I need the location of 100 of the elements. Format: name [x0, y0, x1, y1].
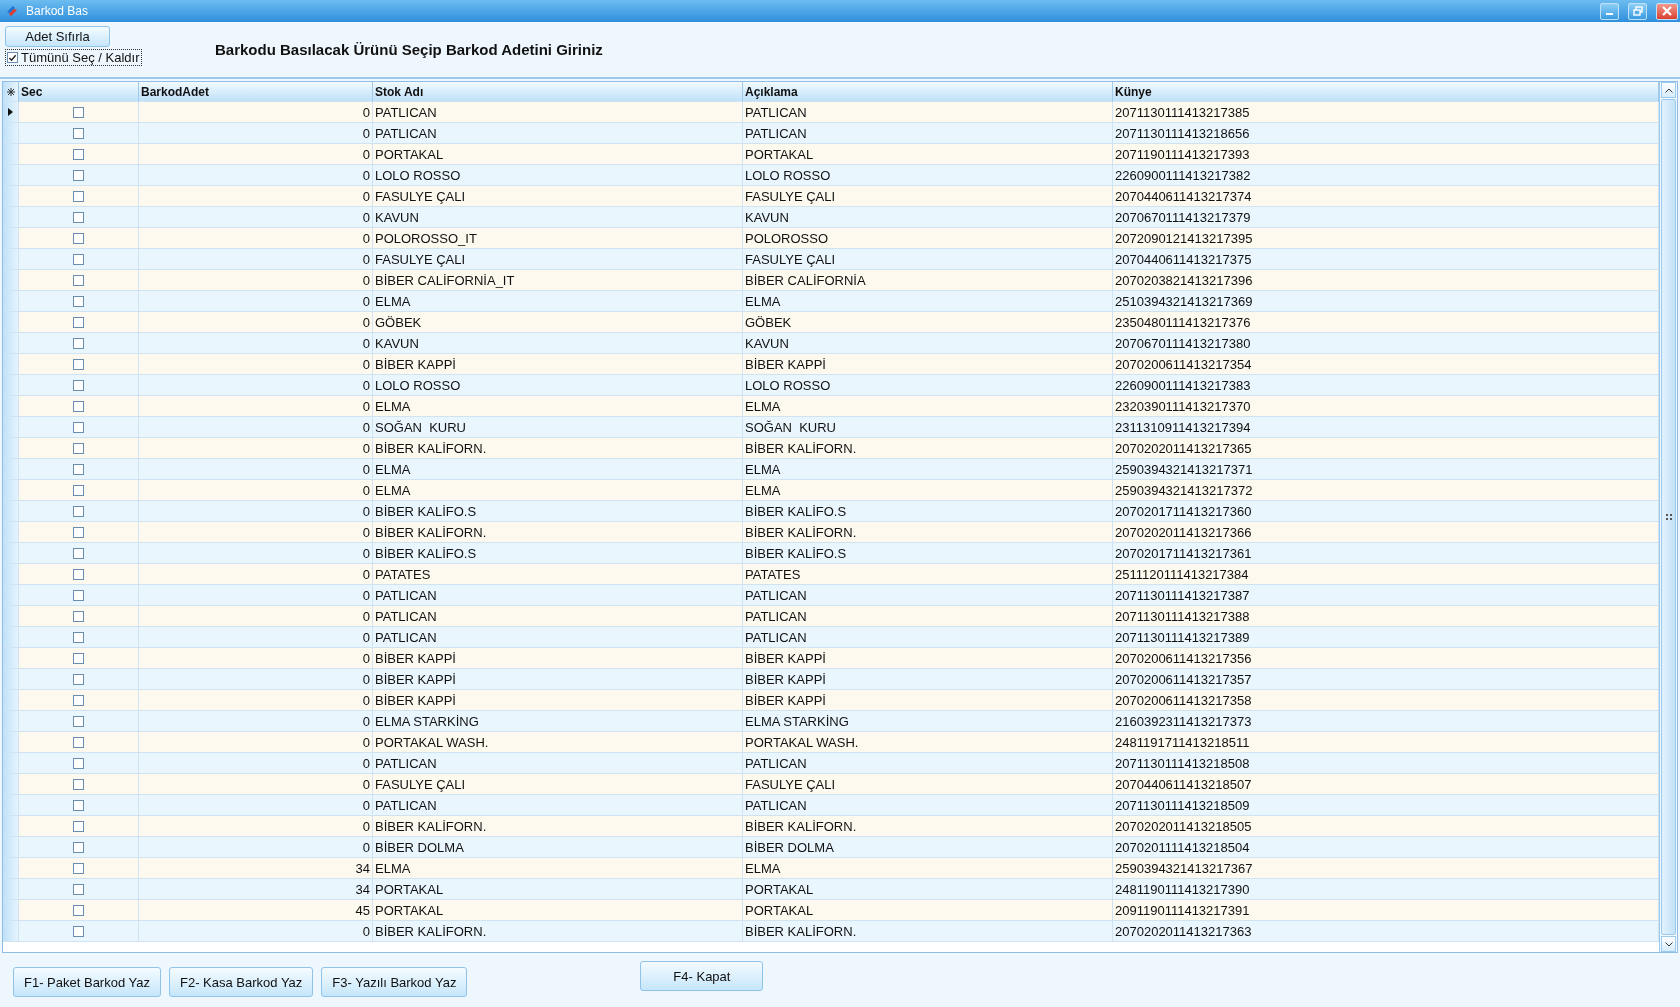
scroll-up-button[interactable]	[1661, 82, 1676, 98]
table-cell[interactable]: 0	[139, 921, 373, 942]
row-checkbox[interactable]	[73, 253, 84, 265]
table-cell[interactable]: 0	[139, 753, 373, 774]
print-barcode-button[interactable]: F1- Paket Barkod Yaz	[13, 967, 161, 997]
row-header[interactable]	[3, 102, 19, 123]
table-cell[interactable]: 34	[139, 879, 373, 900]
table-cell[interactable]: 0	[139, 627, 373, 648]
table-cell[interactable]: 0	[139, 375, 373, 396]
row-checkbox[interactable]	[73, 526, 84, 538]
row-checkbox[interactable]	[73, 568, 84, 580]
table-cell[interactable]: 0	[139, 480, 373, 501]
row-checkbox[interactable]	[73, 148, 84, 160]
vertical-scrollbar[interactable]	[1659, 82, 1677, 952]
table-cell[interactable]: 0	[139, 270, 373, 291]
row-checkbox[interactable]	[73, 610, 84, 622]
row-checkbox[interactable]	[73, 190, 84, 202]
row-checkbox[interactable]	[73, 820, 84, 832]
table-cell[interactable]: 0	[139, 837, 373, 858]
column-header[interactable]: BarkodAdet	[139, 82, 373, 102]
table-cell[interactable]: 0	[139, 438, 373, 459]
table-cell[interactable]: 0	[139, 585, 373, 606]
row-checkbox[interactable]	[73, 841, 84, 853]
row-checkbox[interactable]	[73, 778, 84, 790]
row-checkbox[interactable]	[73, 295, 84, 307]
column-header[interactable]: Künye	[1113, 82, 1659, 102]
table-cell[interactable]: 0	[139, 711, 373, 732]
close-button[interactable]	[1656, 2, 1678, 20]
row-checkbox[interactable]	[73, 631, 84, 643]
table-cell[interactable]: 0	[139, 228, 373, 249]
row-checkbox[interactable]	[73, 925, 84, 937]
row-checkbox[interactable]	[73, 358, 84, 370]
table-cell[interactable]: 0	[139, 669, 373, 690]
table-cell[interactable]: 0	[139, 207, 373, 228]
table-cell[interactable]: 0	[139, 123, 373, 144]
print-barcode-button[interactable]: F2- Kasa Barkod Yaz	[169, 967, 314, 997]
table-cell[interactable]: 0	[139, 291, 373, 312]
table-cell[interactable]: 0	[139, 564, 373, 585]
row-checkbox[interactable]	[73, 862, 84, 874]
row-checkbox[interactable]	[73, 421, 84, 433]
table-cell[interactable]: 0	[139, 165, 373, 186]
table-cell[interactable]: 0	[139, 606, 373, 627]
print-barcode-button[interactable]: F3- Yazılı Barkod Yaz	[321, 967, 468, 997]
select-all-checkbox[interactable]: Tümünü Seç / Kaldır	[5, 49, 142, 66]
reset-count-button[interactable]: Adet Sıfırla	[5, 26, 110, 47]
table-cell[interactable]: 0	[139, 795, 373, 816]
row-checkbox[interactable]	[73, 316, 84, 328]
row-checkbox[interactable]	[73, 274, 84, 286]
row-checkbox[interactable]	[73, 400, 84, 412]
table-cell[interactable]: 34	[139, 858, 373, 879]
table-cell[interactable]: 0	[139, 144, 373, 165]
table-cell[interactable]: 0	[139, 249, 373, 270]
row-checkbox[interactable]	[73, 715, 84, 727]
restore-button[interactable]	[1628, 2, 1647, 20]
row-checkbox[interactable]	[73, 169, 84, 181]
row-checkbox[interactable]	[73, 442, 84, 454]
row-checkbox[interactable]	[73, 463, 84, 475]
table-cell[interactable]: 0	[139, 417, 373, 438]
row-checkbox[interactable]	[73, 757, 84, 769]
table-cell[interactable]: 0	[139, 354, 373, 375]
row-checkbox[interactable]	[73, 673, 84, 685]
table-cell[interactable]: 0	[139, 501, 373, 522]
row-checkbox[interactable]	[73, 379, 84, 391]
close-form-button[interactable]: F4- Kapat	[640, 961, 764, 991]
row-checkbox[interactable]	[73, 484, 84, 496]
row-checkbox[interactable]	[73, 337, 84, 349]
minimize-button[interactable]	[1600, 2, 1619, 20]
table-cell[interactable]: 0	[139, 522, 373, 543]
row-checkbox[interactable]	[73, 232, 84, 244]
row-checkbox[interactable]	[73, 106, 84, 118]
table-cell[interactable]: 0	[139, 732, 373, 753]
table-cell[interactable]: 45	[139, 900, 373, 921]
table-cell[interactable]: 0	[139, 543, 373, 564]
table-cell[interactable]: 0	[139, 774, 373, 795]
scroll-thumb[interactable]	[1661, 99, 1676, 935]
row-checkbox[interactable]	[73, 694, 84, 706]
table-cell: BİBER KALİFORN.	[743, 921, 1113, 942]
row-checkbox[interactable]	[73, 547, 84, 559]
scroll-down-button[interactable]	[1661, 936, 1676, 952]
table-cell[interactable]: 0	[139, 816, 373, 837]
row-checkbox[interactable]	[73, 799, 84, 811]
row-checkbox[interactable]	[73, 127, 84, 139]
table-cell[interactable]: 0	[139, 333, 373, 354]
table-cell[interactable]: 0	[139, 690, 373, 711]
row-checkbox[interactable]	[73, 904, 84, 916]
row-checkbox[interactable]	[73, 211, 84, 223]
table-cell[interactable]: 0	[139, 312, 373, 333]
row-checkbox[interactable]	[73, 736, 84, 748]
table-cell[interactable]: 0	[139, 186, 373, 207]
table-cell[interactable]: 0	[139, 102, 373, 123]
column-header[interactable]: Sec	[19, 82, 139, 102]
table-cell[interactable]: 0	[139, 648, 373, 669]
column-header[interactable]: Açıklama	[743, 82, 1113, 102]
column-header[interactable]: Stok Adı	[373, 82, 743, 102]
table-cell[interactable]: 0	[139, 396, 373, 417]
row-checkbox[interactable]	[73, 505, 84, 517]
row-checkbox[interactable]	[73, 883, 84, 895]
row-checkbox[interactable]	[73, 589, 84, 601]
row-checkbox[interactable]	[73, 652, 84, 664]
table-cell[interactable]: 0	[139, 459, 373, 480]
